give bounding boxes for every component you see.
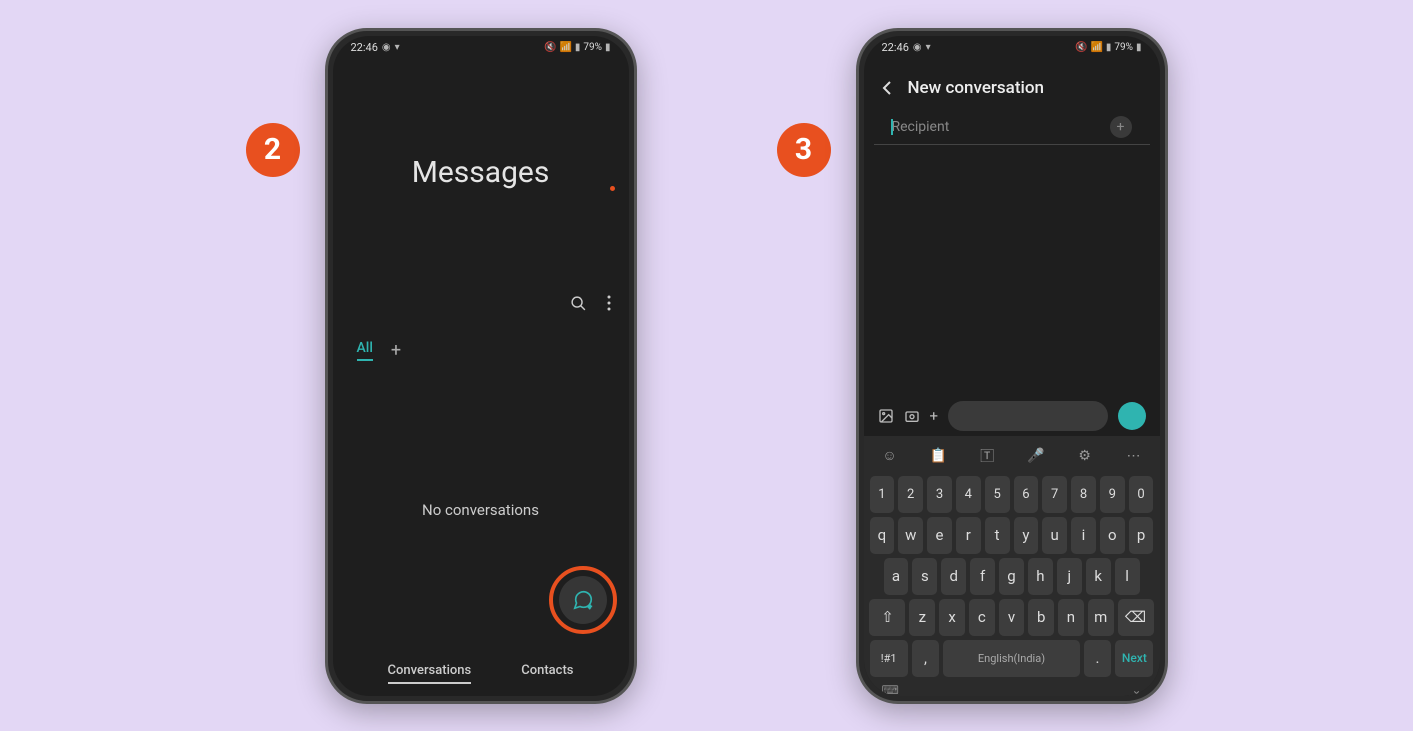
key-l[interactable]: l	[1115, 558, 1140, 595]
key-j[interactable]: j	[1057, 558, 1082, 595]
new-message-fab[interactable]	[559, 576, 607, 624]
key-d[interactable]: d	[941, 558, 966, 595]
more-keyboard-icon[interactable]: ⋯	[1121, 448, 1145, 464]
key-k[interactable]: k	[1086, 558, 1111, 595]
clipboard-icon[interactable]: 📋	[926, 448, 950, 464]
text-icon[interactable]: 🅃	[975, 446, 999, 466]
key-1[interactable]: 1	[870, 476, 895, 513]
key-q[interactable]: q	[870, 517, 895, 554]
status-time: 22:46	[351, 41, 378, 54]
battery-text: 79%	[583, 42, 602, 53]
add-recipient-button[interactable]: +	[1110, 116, 1132, 138]
notification-icon-2: ▾	[926, 42, 931, 53]
status-time: 22:46	[882, 41, 909, 54]
key-9[interactable]: 9	[1100, 476, 1125, 513]
key-shift[interactable]: ⇧	[869, 599, 905, 636]
search-icon[interactable]	[570, 295, 587, 312]
status-bar: 22:46 ◉ ▾ 🔇 📶 ▮ 79% ▮	[864, 36, 1160, 60]
camera-icon[interactable]	[904, 408, 920, 424]
notification-icon: ◉	[913, 42, 922, 53]
notification-dot	[610, 186, 615, 191]
key-next[interactable]: Next	[1115, 640, 1153, 677]
key-4[interactable]: 4	[956, 476, 981, 513]
step-3: 3 22:46 ◉ ▾ 🔇 📶 ▮ 79% ▮	[777, 28, 1168, 704]
tab-all[interactable]: All	[357, 340, 373, 361]
chevron-down-icon[interactable]: ⌄	[1131, 683, 1141, 696]
page-title: New conversation	[908, 78, 1044, 98]
key-symbols[interactable]: !#1	[870, 640, 908, 677]
key-t[interactable]: t	[985, 517, 1010, 554]
key-7[interactable]: 7	[1042, 476, 1067, 513]
keyboard-hide-icon[interactable]: ⌨	[882, 683, 899, 696]
send-button[interactable]	[1118, 402, 1146, 430]
compose-bar: +	[864, 401, 1160, 431]
notification-icon-2: ▾	[395, 42, 400, 53]
key-backspace[interactable]: ⌫	[1118, 599, 1154, 636]
key-0[interactable]: 0	[1129, 476, 1154, 513]
key-o[interactable]: o	[1100, 517, 1125, 554]
message-input[interactable]	[948, 401, 1107, 431]
phone-mockup-1: 22:46 ◉ ▾ 🔇 📶 ▮ 79% ▮ Messages	[325, 28, 637, 704]
key-2[interactable]: 2	[898, 476, 923, 513]
more-options-icon[interactable]	[607, 295, 611, 311]
key-x[interactable]: x	[939, 599, 965, 636]
recipient-input[interactable]: Recipient	[892, 119, 950, 135]
add-attachment-icon[interactable]: +	[930, 407, 939, 425]
key-c[interactable]: c	[969, 599, 995, 636]
key-u[interactable]: u	[1042, 517, 1067, 554]
key-e[interactable]: e	[927, 517, 952, 554]
key-comma[interactable]: ,	[912, 640, 939, 677]
recipient-field-row: Recipient +	[874, 98, 1150, 145]
key-s[interactable]: s	[912, 558, 937, 595]
signal-icon: ▮	[1106, 42, 1112, 53]
key-p[interactable]: p	[1129, 517, 1154, 554]
step-2: 2 22:46 ◉ ▾ 🔇 📶 ▮ 79% ▮	[246, 28, 637, 704]
gallery-icon[interactable]	[878, 408, 894, 424]
battery-text: 79%	[1114, 42, 1133, 53]
mic-icon[interactable]: 🎤	[1024, 448, 1048, 464]
add-tab-icon[interactable]: +	[391, 340, 401, 361]
emoji-icon[interactable]: ☺	[878, 447, 902, 464]
back-button[interactable]	[882, 80, 892, 96]
mute-icon: 🔇	[544, 42, 556, 53]
empty-state-text: No conversations	[333, 361, 629, 519]
key-5[interactable]: 5	[985, 476, 1010, 513]
notification-icon: ◉	[382, 42, 391, 53]
key-m[interactable]: m	[1088, 599, 1114, 636]
tab-conversations[interactable]: Conversations	[388, 663, 472, 684]
signal-icon: ▮	[575, 42, 581, 53]
key-6[interactable]: 6	[1014, 476, 1039, 513]
key-f[interactable]: f	[970, 558, 995, 595]
status-bar: 22:46 ◉ ▾ 🔇 📶 ▮ 79% ▮	[333, 36, 629, 60]
wifi-icon: 📶	[1090, 42, 1102, 53]
mute-icon: 🔇	[1075, 42, 1087, 53]
key-r[interactable]: r	[956, 517, 981, 554]
step-badge-2: 2	[246, 123, 300, 177]
key-a[interactable]: a	[884, 558, 909, 595]
wifi-icon: 📶	[559, 42, 571, 53]
key-period[interactable]: .	[1084, 640, 1111, 677]
page-title: Messages	[333, 155, 629, 190]
key-n[interactable]: n	[1058, 599, 1084, 636]
keyboard: ☺ 📋 🅃 🎤 ⚙ ⋯ 1 2 3 4 5 6 7	[864, 436, 1160, 696]
step-badge-3: 3	[777, 123, 831, 177]
phone-mockup-2: 22:46 ◉ ▾ 🔇 📶 ▮ 79% ▮	[856, 28, 1168, 704]
key-i[interactable]: i	[1071, 517, 1096, 554]
key-3[interactable]: 3	[927, 476, 952, 513]
tab-contacts[interactable]: Contacts	[521, 663, 573, 684]
key-w[interactable]: w	[898, 517, 923, 554]
battery-icon: ▮	[605, 42, 611, 53]
key-g[interactable]: g	[999, 558, 1024, 595]
key-z[interactable]: z	[909, 599, 935, 636]
key-v[interactable]: v	[999, 599, 1025, 636]
key-space[interactable]: English(India)	[943, 640, 1080, 677]
tutorial-container: 2 22:46 ◉ ▾ 🔇 📶 ▮ 79% ▮	[0, 0, 1413, 731]
settings-icon[interactable]: ⚙	[1073, 448, 1097, 464]
battery-icon: ▮	[1136, 42, 1142, 53]
key-y[interactable]: y	[1014, 517, 1039, 554]
key-h[interactable]: h	[1028, 558, 1053, 595]
key-b[interactable]: b	[1028, 599, 1054, 636]
key-8[interactable]: 8	[1071, 476, 1096, 513]
